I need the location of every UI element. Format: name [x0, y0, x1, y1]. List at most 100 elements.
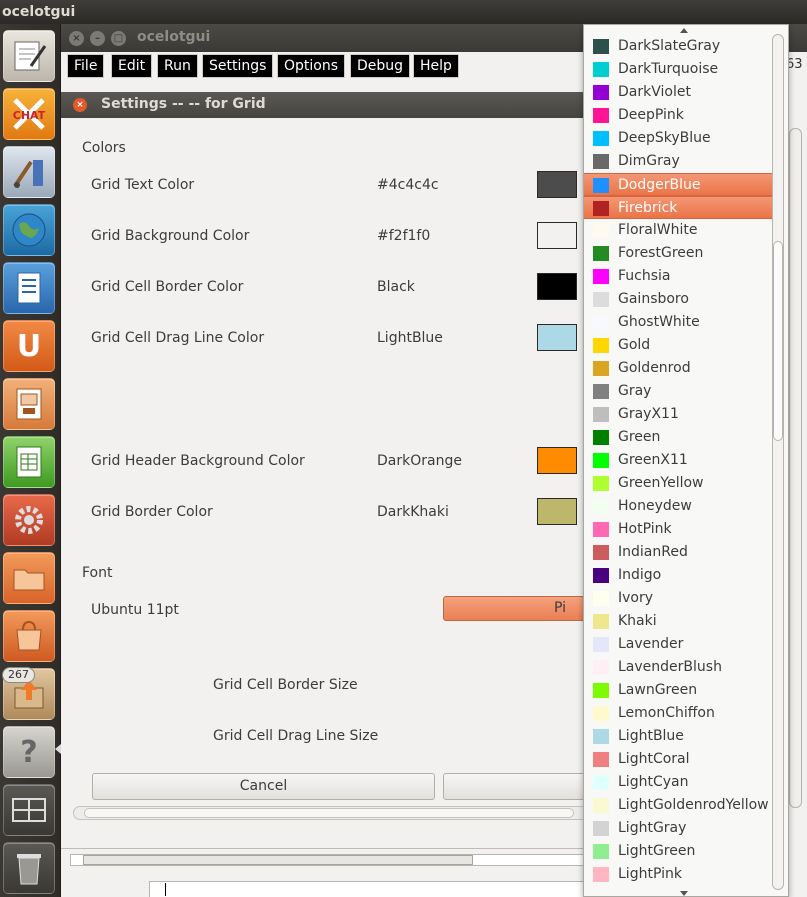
menu-help[interactable]: Help: [413, 54, 459, 78]
dropdown-scrollbar[interactable]: [772, 34, 784, 890]
color-option-label: LemonChiffon: [618, 705, 715, 721]
color-option[interactable]: LightGreen: [584, 840, 772, 863]
menu-settings[interactable]: Settings: [202, 54, 274, 78]
main-minimize-button[interactable]: –: [90, 31, 105, 46]
color-option[interactable]: GreenX11: [584, 449, 772, 472]
color-option-swatch: [593, 292, 609, 307]
text-cursor: [165, 883, 166, 896]
right-vertical-scrollbar[interactable]: [789, 128, 802, 808]
color-option[interactable]: Indigo: [584, 564, 772, 587]
menu-edit[interactable]: Edit: [111, 54, 153, 78]
color-option-label: Gold: [618, 337, 651, 353]
color-option[interactable]: DeepPink: [584, 104, 772, 127]
main-lower-area: [61, 848, 591, 897]
grid-border-color-swatch[interactable]: [537, 498, 577, 525]
cancel-button[interactable]: Cancel: [92, 773, 435, 800]
dialog-title: Settings -- -- for Grid: [101, 96, 266, 112]
color-option-swatch: [593, 568, 609, 583]
text-editor-icon[interactable]: [3, 30, 55, 82]
grid-background-color-swatch[interactable]: [537, 222, 577, 249]
statement-input[interactable]: [149, 881, 591, 897]
chat-icon[interactable]: CHAT: [3, 88, 55, 140]
system-settings-icon[interactable]: [3, 494, 55, 546]
color-option[interactable]: Lavender: [584, 633, 772, 656]
color-option[interactable]: LightBlue: [584, 725, 772, 748]
impress-icon[interactable]: [3, 378, 55, 430]
globe-icon[interactable]: [3, 204, 55, 256]
color-dropdown-list[interactable]: DarkSlateGray DarkTurquoise DarkViolet Deep…: [583, 24, 789, 897]
grid-cell-drag-line-color-swatch[interactable]: [537, 324, 577, 351]
chat-icon-label: CHAT: [13, 109, 46, 122]
pick-font-button-label: Pi: [553, 600, 566, 616]
menu-run[interactable]: Run: [157, 54, 198, 78]
color-option-label: Goldenrod: [618, 360, 691, 376]
main-maximize-button[interactable]: □: [111, 31, 126, 46]
main-scrollbar-thumb[interactable]: [83, 855, 473, 865]
files-icon[interactable]: [3, 552, 55, 604]
grid-text-color-swatch[interactable]: [537, 171, 577, 198]
ok-button[interactable]: [443, 773, 603, 800]
color-option[interactable]: GhostWhite: [584, 311, 772, 334]
menu-file[interactable]: File: [67, 54, 105, 78]
color-option[interactable]: Ivory: [584, 587, 772, 610]
main-horizontal-scrollbar[interactable]: [70, 854, 585, 866]
color-option[interactable]: DimGray: [584, 150, 772, 173]
color-option-swatch: [593, 499, 609, 514]
color-option[interactable]: LavenderBlush: [584, 656, 772, 679]
color-option[interactable]: DarkTurquoise: [584, 58, 772, 81]
workspace-switcher-icon[interactable]: [3, 784, 55, 836]
color-option[interactable]: Firebrick: [584, 196, 772, 219]
menu-debug[interactable]: Debug: [350, 54, 411, 78]
help-icon[interactable]: ?: [3, 726, 55, 778]
pick-font-button[interactable]: Pi: [443, 596, 603, 621]
dropdown-scrollbar-thumb[interactable]: [773, 241, 783, 441]
color-option[interactable]: Gainsboro: [584, 288, 772, 311]
color-option[interactable]: LawnGreen: [584, 679, 772, 702]
color-option[interactable]: DodgerBlue: [584, 173, 772, 196]
trash-icon[interactable]: [3, 842, 55, 894]
color-option[interactable]: IndianRed: [584, 541, 772, 564]
grid-background-color-value: #f2f1f0: [377, 228, 431, 244]
main-close-button[interactable]: ×: [69, 31, 84, 46]
grid-cell-drag-line-size-label: Grid Cell Drag Line Size: [213, 728, 379, 744]
color-option[interactable]: LightCoral: [584, 748, 772, 771]
dialog-close-button[interactable]: ×: [73, 98, 87, 112]
color-option[interactable]: Khaki: [584, 610, 772, 633]
color-option[interactable]: LightPink: [584, 863, 772, 886]
dialog-horizontal-scrollbar[interactable]: [73, 806, 591, 820]
color-option-label: LightCoral: [618, 751, 690, 767]
grid-header-background-color-swatch[interactable]: [537, 447, 577, 474]
color-option-swatch: [593, 476, 609, 491]
color-option[interactable]: LightGoldenrodYellow: [584, 794, 772, 817]
grid-cell-border-color-swatch[interactable]: [537, 273, 577, 300]
color-option[interactable]: LightCyan: [584, 771, 772, 794]
paint-icon[interactable]: [3, 146, 55, 198]
color-option[interactable]: HotPink: [584, 518, 772, 541]
color-option-label: IndianRed: [618, 544, 688, 560]
scroll-down-arrow-icon[interactable]: [680, 891, 688, 896]
color-option[interactable]: LightGray: [584, 817, 772, 840]
color-option[interactable]: FloralWhite: [584, 219, 772, 242]
color-option[interactable]: ForestGreen: [584, 242, 772, 265]
dialog-scrollbar-thumb[interactable]: [84, 808, 574, 818]
color-option[interactable]: Gray: [584, 380, 772, 403]
writer-icon[interactable]: [3, 262, 55, 314]
software-center-icon[interactable]: [3, 610, 55, 662]
color-option-swatch: [593, 867, 609, 882]
color-option[interactable]: Honeydew: [584, 495, 772, 518]
color-option[interactable]: DarkViolet: [584, 81, 772, 104]
color-option[interactable]: Green: [584, 426, 772, 449]
color-option[interactable]: GrayX11: [584, 403, 772, 426]
color-option[interactable]: GreenYellow: [584, 472, 772, 495]
color-option[interactable]: Goldenrod: [584, 357, 772, 380]
color-option[interactable]: LemonChiffon: [584, 702, 772, 725]
color-option[interactable]: Gold: [584, 334, 772, 357]
ubuntu-one-icon[interactable]: U: [3, 320, 55, 372]
calc-icon[interactable]: [3, 436, 55, 488]
color-option-swatch: [593, 178, 609, 193]
color-option[interactable]: DarkSlateGray: [584, 35, 772, 58]
color-option[interactable]: Fuchsia: [584, 265, 772, 288]
color-option[interactable]: DeepSkyBlue: [584, 127, 772, 150]
menu-options[interactable]: Options: [277, 54, 346, 78]
scroll-up-arrow-icon[interactable]: [680, 28, 688, 33]
